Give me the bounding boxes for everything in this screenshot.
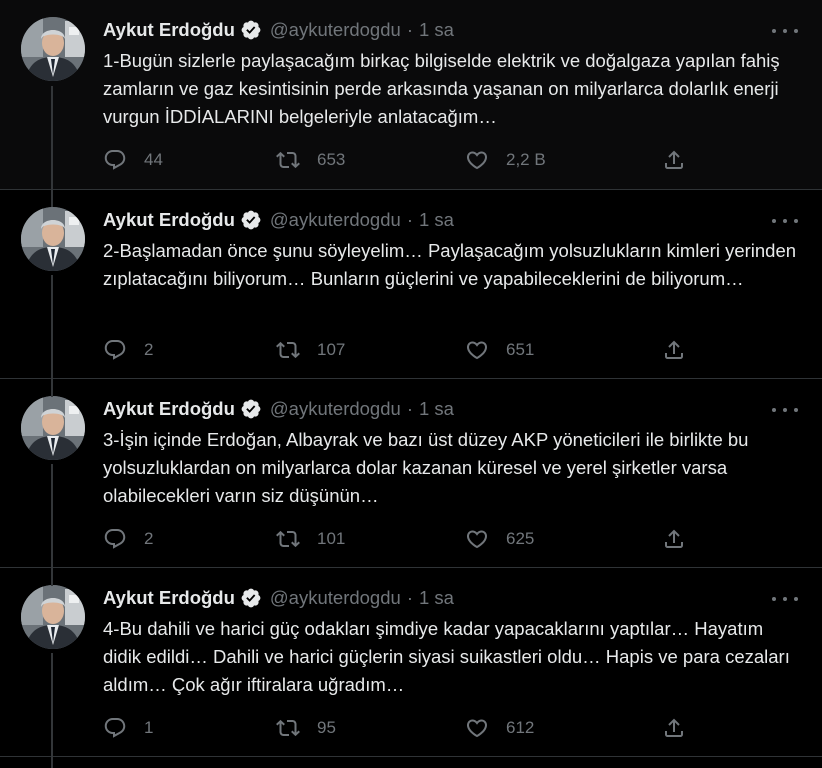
retweet-button[interactable]: 107 xyxy=(276,335,345,365)
tweet-time[interactable]: 1 sa xyxy=(419,587,454,609)
share-button[interactable] xyxy=(662,335,686,365)
reply-button[interactable]: 44 xyxy=(103,145,163,175)
separator-dot: · xyxy=(406,19,413,40)
author-handle[interactable]: @aykuterdogdu xyxy=(270,19,401,41)
like-count: 625 xyxy=(506,529,535,548)
thread-line xyxy=(51,86,53,207)
reply-icon xyxy=(104,529,126,549)
like-button[interactable]: 651 xyxy=(465,335,534,365)
retweet-icon xyxy=(276,151,300,169)
separator-dot: · xyxy=(406,587,413,608)
avatar[interactable] xyxy=(21,207,85,271)
retweet-button[interactable]: 101 xyxy=(276,524,345,554)
separator-dot: · xyxy=(406,209,413,230)
retweet-icon xyxy=(276,530,300,548)
reply-button[interactable]: 1 xyxy=(103,713,153,743)
tweet[interactable]: Aykut Erdoğdu @aykuterdogdu · 1 sa 2-Baş… xyxy=(0,190,822,379)
retweet-button[interactable]: 653 xyxy=(276,145,345,175)
tweet-text: 1-Bugün sizlerle paylaşacağım birkaç bil… xyxy=(103,50,780,127)
share-button[interactable] xyxy=(662,145,686,175)
verified-icon xyxy=(240,209,262,231)
author-name[interactable]: Aykut Erdoğdu xyxy=(103,209,235,231)
retweet-icon xyxy=(276,341,300,359)
tweet-actions: 44 653 2,2 B xyxy=(103,145,703,175)
tweet-header: Aykut Erdoğdu @aykuterdogdu · 1 sa xyxy=(103,17,454,43)
reply-count: 2 xyxy=(144,529,154,548)
more-icon[interactable] xyxy=(772,590,798,608)
author-name[interactable]: Aykut Erdoğdu xyxy=(103,398,235,420)
avatar[interactable] xyxy=(21,17,85,81)
author-handle[interactable]: @aykuterdogdu xyxy=(270,587,401,609)
like-button[interactable]: 2,2 B xyxy=(465,145,546,175)
separator-dot: · xyxy=(406,398,413,419)
like-button[interactable]: 612 xyxy=(465,713,534,743)
tweet-time[interactable]: 1 sa xyxy=(419,209,454,231)
tweet-time[interactable]: 1 sa xyxy=(419,398,454,420)
tweet-text: 4-Bu dahili ve harici güç odakları şimdi… xyxy=(103,618,790,695)
more-icon[interactable] xyxy=(772,212,798,230)
tweet-actions: 1 95 612 xyxy=(103,713,703,743)
author-name[interactable]: Aykut Erdoğdu xyxy=(103,19,235,41)
tweet-time[interactable]: 1 sa xyxy=(419,19,454,41)
timeline: Aykut Erdoğdu @aykuterdogdu · 1 sa 4-Bu … xyxy=(0,0,822,768)
retweet-count: 101 xyxy=(317,529,346,548)
share-icon xyxy=(665,529,683,548)
like-icon xyxy=(466,719,488,738)
tweet-text: 3-İşin içinde Erdoğan, Albayrak ve bazı … xyxy=(103,429,749,506)
reply-button[interactable]: 2 xyxy=(103,335,153,365)
share-icon xyxy=(665,150,683,169)
tweet[interactable]: Aykut Erdoğdu @aykuterdogdu · 1 sa 3-İşi… xyxy=(0,379,822,568)
tweet[interactable]: Aykut Erdoğdu @aykuterdogdu · 1 sa 4-Bu … xyxy=(0,568,822,757)
retweet-count: 653 xyxy=(317,150,346,169)
like-count: 2,2 B xyxy=(506,150,546,169)
avatar[interactable] xyxy=(21,396,85,460)
retweet-count: 95 xyxy=(317,718,336,737)
tweet-header: Aykut Erdoğdu @aykuterdogdu · 1 sa xyxy=(103,396,454,422)
retweet-count: 107 xyxy=(317,340,346,359)
verified-icon xyxy=(240,587,262,609)
share-button[interactable] xyxy=(662,524,686,554)
thread-line xyxy=(51,653,53,768)
author-handle[interactable]: @aykuterdogdu xyxy=(270,209,401,231)
tweet-actions: 2 101 625 xyxy=(103,524,703,554)
reply-icon xyxy=(104,150,126,170)
verified-icon xyxy=(240,398,262,420)
tweet-text: 2-Başlamadan önce şunu söyleyelim… Payla… xyxy=(103,240,797,289)
more-icon[interactable] xyxy=(772,22,798,40)
author-name[interactable]: Aykut Erdoğdu xyxy=(103,587,235,609)
more-icon[interactable] xyxy=(772,401,798,419)
retweet-button[interactable]: 95 xyxy=(276,713,336,743)
reply-button[interactable]: 2 xyxy=(103,524,153,554)
like-count: 651 xyxy=(506,340,535,359)
tweet-actions: 2 107 651 xyxy=(103,335,703,365)
share-button[interactable] xyxy=(662,713,686,743)
tweet-header: Aykut Erdoğdu @aykuterdogdu · 1 sa xyxy=(103,585,454,611)
reply-icon xyxy=(104,718,126,738)
author-handle[interactable]: @aykuterdogdu xyxy=(270,398,401,420)
tweet[interactable]: Aykut Erdoğdu @aykuterdogdu · 1 sa 1-Bug… xyxy=(0,0,822,190)
tweet-header: Aykut Erdoğdu @aykuterdogdu · 1 sa xyxy=(103,207,454,233)
reply-icon xyxy=(104,340,126,360)
thread-line xyxy=(51,464,53,586)
thread-line xyxy=(51,275,53,397)
like-icon xyxy=(466,530,488,549)
reply-count: 2 xyxy=(144,340,154,359)
reply-count: 1 xyxy=(144,718,154,737)
reply-count: 44 xyxy=(144,150,163,169)
like-button[interactable]: 625 xyxy=(465,524,534,554)
like-count: 612 xyxy=(506,718,535,737)
verified-icon xyxy=(240,19,262,41)
like-icon xyxy=(466,151,488,170)
avatar[interactable] xyxy=(21,585,85,649)
like-icon xyxy=(466,341,488,360)
share-icon xyxy=(665,718,683,737)
share-icon xyxy=(665,340,683,359)
retweet-icon xyxy=(276,719,300,737)
